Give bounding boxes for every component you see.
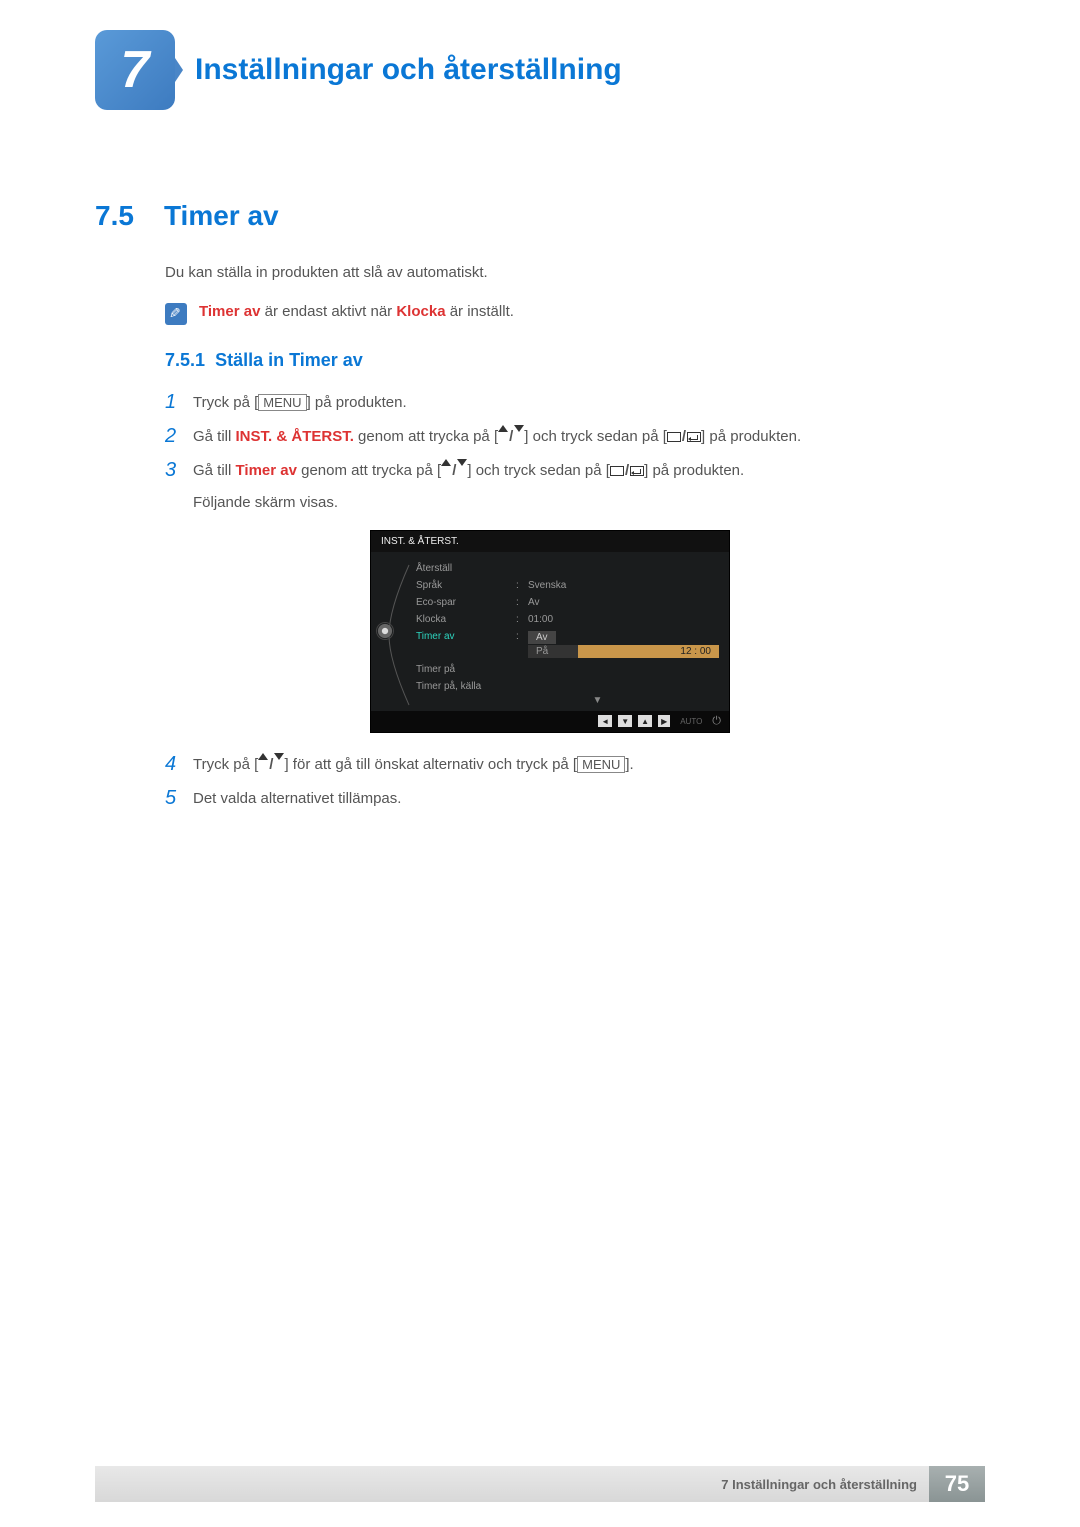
step-text: Tryck på [/] för att gå till önskat alte…	[193, 753, 634, 777]
osd-row: Timer på	[416, 661, 719, 678]
note-icon	[165, 303, 187, 325]
chapter-badge: 7	[95, 30, 175, 110]
page-footer: 7 Inställningar och återställning 75	[95, 1466, 985, 1502]
section-title: Timer av	[164, 200, 279, 232]
osd-auto-label: AUTO	[680, 717, 702, 726]
osd-row: Eco-spar:Av	[416, 594, 719, 611]
section-intro: Du kan ställa in produkten att slå av au…	[165, 262, 985, 285]
osd-nav-play-icon: ▶	[658, 715, 670, 727]
menu-button-label: MENU	[258, 394, 306, 412]
up-down-icon: /	[498, 425, 524, 449]
source-enter-icon: /	[610, 459, 644, 483]
osd-row-active: Timer av: Av På 12 : 00	[416, 628, 719, 661]
osd-dropdown-selected: Av	[528, 631, 556, 644]
step-text: Gå till INST. & ÅTERST. genom att trycka…	[193, 425, 801, 449]
osd-row: Timer på, källa	[416, 678, 719, 695]
subsection-header: 7.5.1 Ställa in Timer av	[165, 350, 1080, 371]
step-2: 2 Gå till INST. & ÅTERST. genom att tryc…	[165, 425, 985, 449]
osd-footer: ◄ ▼ ▲ ▶ AUTO ⏻	[371, 711, 729, 732]
osd-menu: Återställ Språk:Svenska Eco-spar:Av Kloc…	[416, 560, 719, 706]
subsection-title: Ställa in Timer av	[215, 350, 363, 370]
power-icon: ⏻	[712, 715, 721, 728]
steps-list: 1 Tryck på [MENU] på produkten. 2 Gå til…	[165, 391, 985, 515]
section-number: 7.5	[95, 200, 134, 232]
up-down-icon: /	[258, 753, 284, 777]
osd-body: Återställ Språk:Svenska Eco-spar:Av Kloc…	[371, 552, 729, 711]
source-enter-icon: /	[667, 425, 701, 449]
step-text: Det valda alternativet tillämpas.	[193, 787, 401, 811]
footer-breadcrumb: 7 Inställningar och återställning	[721, 1477, 917, 1492]
chapter-title: Inställningar och återställning	[195, 53, 622, 87]
osd-row: Klocka:01:00	[416, 611, 719, 628]
section-header: 7.5 Timer av	[95, 200, 1080, 232]
step-number: 4	[165, 753, 193, 776]
gear-icon	[376, 622, 394, 640]
step-5: 5 Det valda alternativet tillämpas.	[165, 787, 985, 811]
osd-dropdown-option: På 12 : 00	[528, 645, 719, 658]
osd-nav-up-icon: ▲	[638, 715, 652, 727]
subsection-number: 7.5.1	[165, 350, 205, 370]
step-1: 1 Tryck på [MENU] på produkten.	[165, 391, 985, 415]
osd-nav-down-icon: ▼	[618, 715, 632, 727]
osd-row: Återställ	[416, 560, 719, 577]
steps-list-continued: 4 Tryck på [/] för att gå till önskat al…	[165, 753, 985, 811]
page-header: 7 Inställningar och återställning	[0, 0, 1080, 110]
osd-curve-decoration	[381, 560, 416, 706]
chapter-number: 7	[121, 40, 150, 100]
note: Timer av är endast aktivt när Klocka är …	[165, 303, 985, 325]
osd-row: Språk:Svenska	[416, 577, 719, 594]
osd-nav-left-icon: ◄	[598, 715, 612, 727]
step-number: 5	[165, 787, 193, 810]
step-3: 3 Gå till Timer av genom att trycka på […	[165, 459, 985, 515]
osd-title: INST. & ÅTERST.	[371, 531, 729, 552]
step-text: Gå till Timer av genom att trycka på [/]…	[193, 459, 744, 515]
step-number: 2	[165, 425, 193, 448]
step-text: Tryck på [MENU] på produkten.	[193, 391, 407, 415]
page-number: 75	[929, 1466, 985, 1502]
step-4: 4 Tryck på [/] för att gå till önskat al…	[165, 753, 985, 777]
osd-screenshot: INST. & ÅTERST. Återställ Språk:Svenska …	[370, 530, 730, 733]
step-number: 1	[165, 391, 193, 414]
note-text: Timer av är endast aktivt när Klocka är …	[199, 303, 514, 320]
menu-button-label: MENU	[577, 756, 625, 774]
up-down-icon: /	[441, 459, 467, 483]
chevron-down-icon: ▼	[416, 695, 719, 706]
step-number: 3	[165, 459, 193, 482]
